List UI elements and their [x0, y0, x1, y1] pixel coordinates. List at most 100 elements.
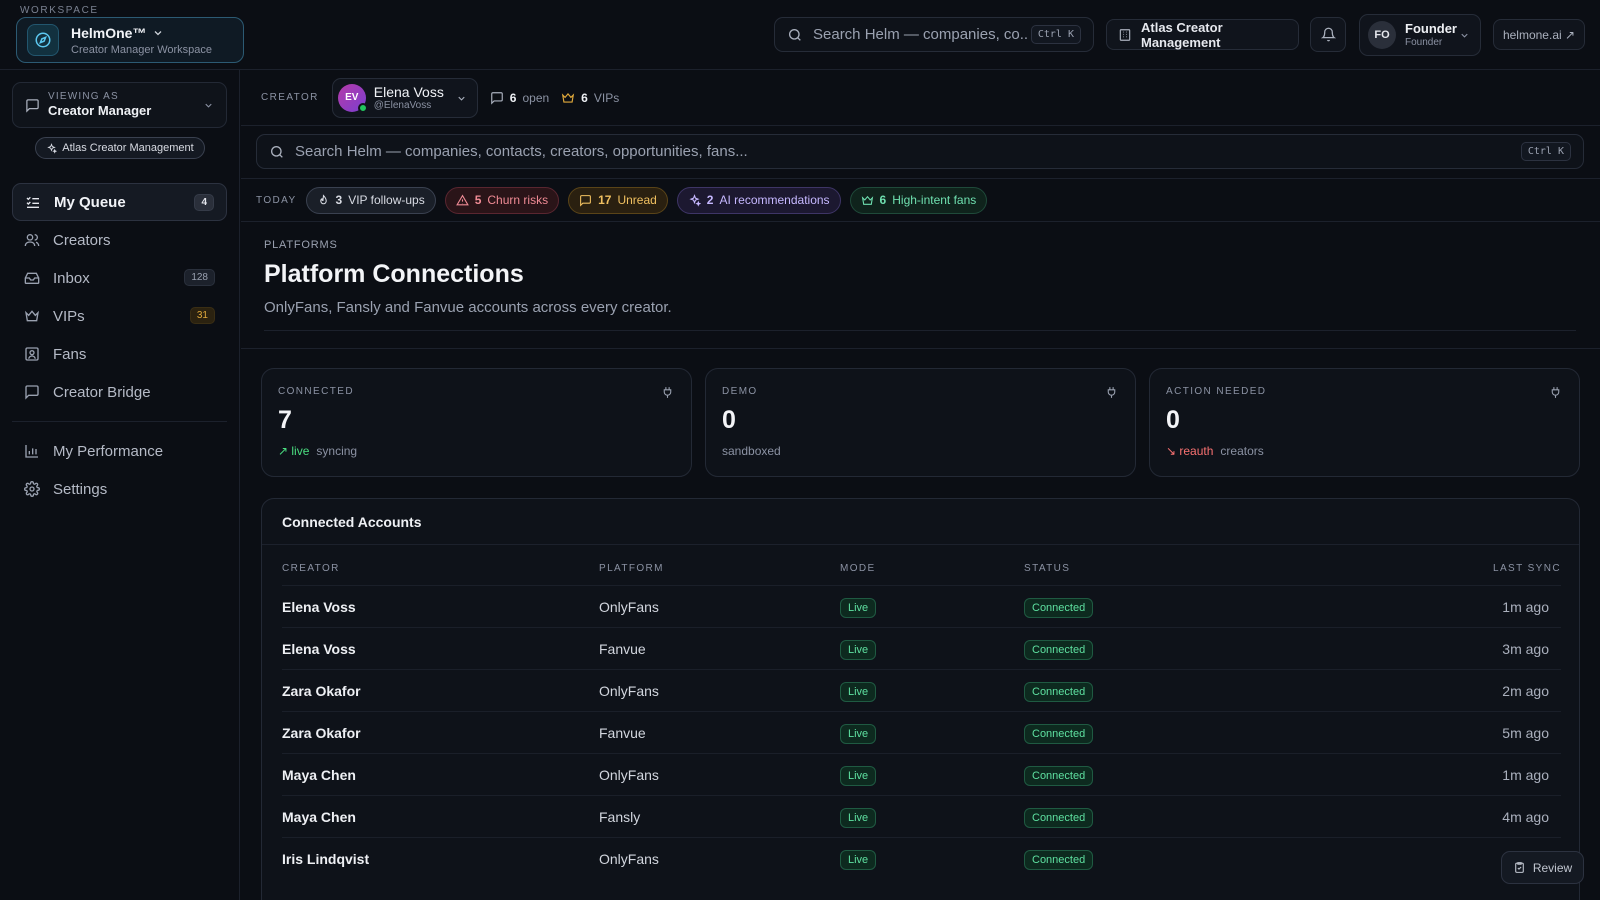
- user-menu[interactable]: FO Founder Founder: [1359, 14, 1481, 56]
- creator-label: CREATOR: [261, 92, 319, 103]
- cell-platform: OnlyFans: [599, 599, 659, 615]
- chip-count: 3: [335, 193, 343, 207]
- stat-note: sandboxed: [722, 444, 781, 458]
- status-badge: Connected: [1024, 766, 1094, 787]
- table-row[interactable]: Zara Okafor OnlyFans Live Connected 2m a…: [282, 669, 1561, 711]
- chip-unread[interactable]: 17 Unread: [568, 186, 668, 214]
- crown-icon: [861, 194, 874, 207]
- sidebar-item-fans[interactable]: Fans: [12, 335, 227, 373]
- chip-vip-follow-ups[interactable]: 3 VIP follow-ups: [305, 186, 436, 214]
- main-search[interactable]: Search Helm — companies, contacts, creat…: [256, 134, 1584, 169]
- organization-pill[interactable]: Atlas Creator Management: [35, 137, 205, 159]
- today-bar: TODAY 3 VIP follow-ups 5 Churn risks 17 …: [241, 178, 1600, 222]
- stat-cards: CONNECTED 7 ↗ live syncing DEMO 0 sandbox…: [261, 368, 1580, 477]
- sidebar-item-label: Fans: [53, 345, 87, 363]
- global-search[interactable]: Search Helm — companies, co... Ctrl K: [774, 17, 1094, 52]
- mode-badge: Live: [840, 598, 877, 619]
- viewing-as-value: Creator Manager: [48, 103, 152, 119]
- sidebar-item-my-performance[interactable]: My Performance: [12, 432, 227, 470]
- column-header: PLATFORM: [599, 563, 664, 574]
- status-badge: Connected: [1024, 724, 1094, 745]
- chip-ai-recommendations[interactable]: 2 AI recommendations: [676, 186, 841, 214]
- chart-icon: [24, 443, 40, 459]
- creator-bar: CREATOR EV Elena Voss @ElenaVoss 6 open …: [241, 70, 1600, 126]
- vip-count-badge: 31: [189, 307, 215, 324]
- role-switcher[interactable]: VIEWING AS Creator Manager: [12, 82, 227, 128]
- sidebar-item-creator-bridge[interactable]: Creator Bridge: [12, 373, 227, 411]
- stat-value: 7: [278, 406, 292, 434]
- site-link[interactable]: helmone.ai ↗: [1493, 19, 1585, 50]
- avatar: FO: [1368, 21, 1396, 49]
- stat-label: CONNECTED: [278, 386, 354, 397]
- chip-count: 6: [879, 193, 887, 207]
- sidebar-item-settings[interactable]: Settings: [12, 470, 227, 508]
- status-badge: Connected: [1024, 640, 1094, 661]
- open-count: 6: [509, 90, 517, 105]
- table-row[interactable]: Maya Chen OnlyFans Live Connected 1m ago: [282, 753, 1561, 795]
- message-icon: [579, 194, 592, 207]
- chevron-down-icon: [152, 27, 164, 39]
- sidebar-divider: [12, 421, 227, 422]
- stat-label: DEMO: [722, 386, 758, 397]
- compass-icon: [27, 24, 59, 56]
- clipboard-check-icon: [1513, 861, 1526, 874]
- search-shortcut: Ctrl K: [1030, 25, 1081, 44]
- inbox-count-badge: 128: [184, 269, 215, 286]
- sidebar-item-vips[interactable]: VIPs 31: [12, 297, 227, 335]
- stat-card-action-needed: ACTION NEEDED 0 ↘ reauth creators: [1149, 368, 1580, 477]
- open-conversations-stat[interactable]: 6 open: [490, 91, 549, 105]
- table-row[interactable]: Elena Voss OnlyFans Live Connected 1m ag…: [282, 585, 1561, 627]
- mode-badge: Live: [840, 766, 877, 787]
- organization-button[interactable]: Atlas Creator Management: [1106, 19, 1299, 50]
- status-badge: Connected: [1024, 850, 1094, 871]
- message-icon: [490, 91, 504, 105]
- workspace-switcher[interactable]: HelmOne™ Creator Manager Workspace: [16, 17, 244, 63]
- creator-initials: EV: [345, 92, 359, 103]
- cell-last-sync: 1m ago: [1502, 767, 1549, 783]
- sidebar-item-label: My Queue: [54, 193, 126, 211]
- sidebar-item-label: VIPs: [53, 307, 85, 325]
- vip-stat[interactable]: 6 VIPs: [561, 91, 619, 105]
- online-status-dot: [357, 102, 368, 113]
- notifications-button[interactable]: [1310, 17, 1346, 52]
- table-row[interactable]: Iris Lindqvist OnlyFans Live Connected: [282, 837, 1561, 879]
- chip-count: 17: [598, 193, 612, 207]
- page-subtitle: OnlyFans, Fansly and Fanvue accounts acr…: [264, 299, 672, 316]
- chevron-down-icon: [1459, 30, 1470, 41]
- cell-platform: Fanvue: [599, 725, 646, 741]
- status-badge: Connected: [1024, 808, 1094, 829]
- chevron-down-icon: [456, 93, 467, 104]
- chevron-down-icon: [203, 100, 214, 111]
- table-row[interactable]: Zara Okafor Fanvue Live Connected 5m ago: [282, 711, 1561, 753]
- sparkles-icon: [688, 193, 701, 207]
- top-bar: WORKSPACE HelmOne™ Creator Manager Works…: [0, 0, 1600, 70]
- mode-badge: Live: [840, 850, 877, 871]
- creator-selector[interactable]: EV Elena Voss @ElenaVoss: [331, 77, 478, 118]
- search-icon: [787, 27, 803, 43]
- table-row[interactable]: Elena Voss Fanvue Live Connected 3m ago: [282, 627, 1561, 669]
- chip-label: Unread: [617, 193, 657, 207]
- chip-churn-risks[interactable]: 5 Churn risks: [444, 186, 560, 214]
- creator-handle: @ElenaVoss: [373, 99, 432, 111]
- viewing-as-label: VIEWING AS: [48, 90, 119, 102]
- sidebar-item-creators[interactable]: Creators: [12, 221, 227, 259]
- page-title: Platform Connections: [264, 260, 524, 288]
- cell-creator: Zara Okafor: [282, 683, 361, 699]
- sidebar-item-inbox[interactable]: Inbox 128: [12, 259, 227, 297]
- search-shortcut: Ctrl K: [1520, 142, 1571, 161]
- organization-name: Atlas Creator Management: [1141, 19, 1223, 50]
- column-header: CREATOR: [282, 563, 340, 574]
- sidebar-item-label: Settings: [53, 480, 108, 498]
- header-divider: [264, 330, 1576, 331]
- table-row[interactable]: Maya Chen Fansly Live Connected 4m ago: [282, 795, 1561, 837]
- stat-card-demo: DEMO 0 sandboxed: [705, 368, 1136, 477]
- sidebar-item-my-queue[interactable]: My Queue 4: [12, 183, 227, 221]
- sidebar-nav: My Queue 4 Creators Inbox 128 VIPs 31 Fa…: [12, 183, 227, 508]
- sidebar-item-label: Creators: [53, 231, 111, 249]
- message-icon: [24, 384, 40, 400]
- chip-label: AI recommendations: [719, 193, 830, 207]
- column-header: MODE: [840, 563, 876, 574]
- cell-creator: Maya Chen: [282, 767, 356, 783]
- review-button[interactable]: Review: [1501, 851, 1584, 884]
- chip-high-intent-fans[interactable]: 6 High-intent fans: [849, 186, 988, 214]
